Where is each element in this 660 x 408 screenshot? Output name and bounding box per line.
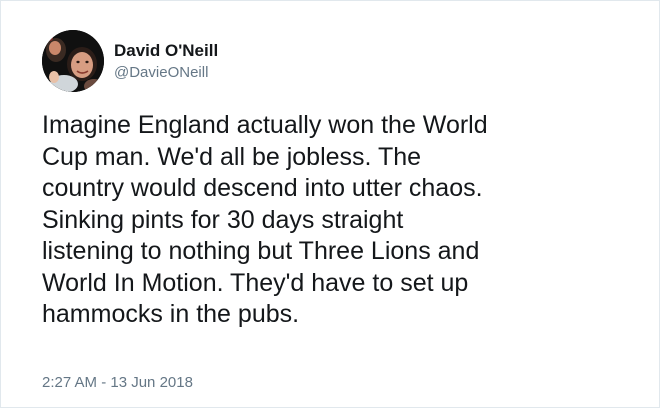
tweet-text: Imagine England actually won the World C… — [42, 110, 642, 331]
tweet-text-line: World In Motion. They'd have to set up — [42, 268, 469, 297]
tweet-text-line: listening to nothing but Three Lions and — [42, 237, 480, 265]
tweet-text-line: Cup man. We'd all be jobless. The — [42, 142, 422, 171]
avatar-photo — [42, 30, 104, 92]
tweet-timestamp[interactable]: 2:27 AM - 13 Jun 2018 — [42, 373, 193, 393]
author-handle[interactable]: @DavieONeill — [114, 63, 218, 83]
author-display-name[interactable]: David O'Neill — [114, 40, 218, 61]
tweet-text-line: Sinking pints for 30 days straight — [42, 205, 404, 234]
tweet-text-line: hammocks in the pubs. — [42, 300, 300, 328]
tweet-text-line: country would descend into utter chaos. — [42, 174, 483, 202]
tweet-text-line: Imagine England actually won the World — [42, 111, 488, 139]
tweet-card: David O'Neill @DavieONeill Imagine Engla… — [0, 0, 660, 408]
tweet-header: David O'Neill @DavieONeill — [42, 30, 218, 92]
avatar[interactable] — [42, 30, 104, 92]
author-info: David O'Neill @DavieONeill — [114, 40, 218, 83]
